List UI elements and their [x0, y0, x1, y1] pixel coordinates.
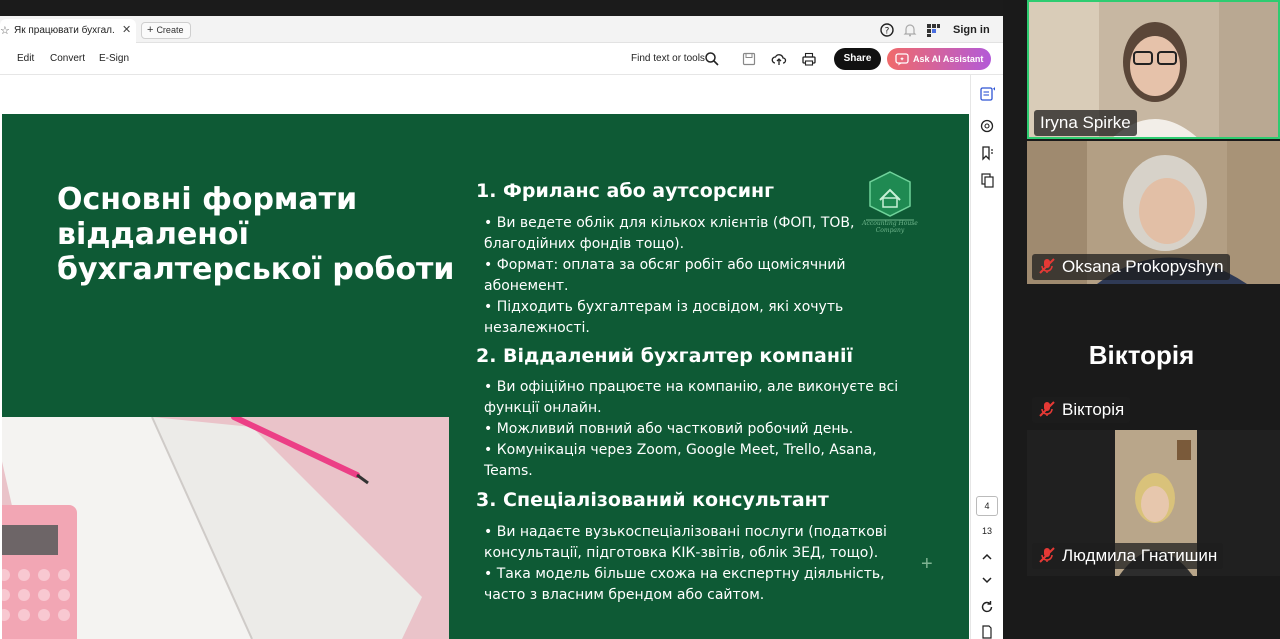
section-1-bullet-1: • Ви ведете облік для кількох клієнтів (…	[484, 215, 855, 252]
menu-esign[interactable]: E-Sign	[99, 53, 129, 64]
mic-off-icon	[1039, 258, 1055, 274]
ai-assistant-button[interactable]: ✦ Ask AI Assistant	[887, 48, 991, 70]
participant-tile-iryna[interactable]: Iryna Spirke	[1027, 0, 1280, 139]
tab-bar: ☆ Як працювати бухгал... ✕ + Create ? Sig…	[0, 16, 1003, 43]
save-icon[interactable]	[741, 51, 757, 67]
participant-name: Вікторія	[1062, 400, 1125, 419]
presentation-slide: Основні формати віддаленої бухгалтерсько…	[2, 114, 969, 639]
apps-grid-icon[interactable]	[925, 22, 941, 38]
participant-name: Iryna Spirke	[1034, 110, 1137, 136]
section-2-bullet-3: • Комунікація через Zoom, Google Meet, T…	[484, 442, 877, 479]
chevron-up-icon[interactable]	[979, 549, 995, 565]
slide-title: Основні формати віддаленої бухгалтерсько…	[57, 182, 455, 287]
participant-tile-liudmyla[interactable]: Людмила Гнатишин	[1027, 430, 1280, 576]
search-icon[interactable]	[704, 51, 720, 67]
right-tools-rail: ✦ 4 13	[970, 75, 1003, 639]
close-icon[interactable]: ✕	[122, 23, 131, 36]
file-icon[interactable]	[979, 624, 995, 639]
star-icon[interactable]: ☆	[0, 24, 10, 37]
find-tools-label[interactable]: Find text or tools	[631, 53, 705, 64]
participant-name: Oksana Prokopyshyn	[1062, 257, 1224, 276]
sign-in-link[interactable]: Sign in	[953, 24, 990, 36]
ai-chat-icon: ✦	[895, 53, 909, 66]
participant-tile-oksana[interactable]: Oksana Prokopyshyn	[1027, 141, 1280, 284]
print-icon[interactable]	[801, 51, 817, 67]
tab-title: Як працювати бухгал...	[14, 25, 114, 36]
section-2-bullet-1: • Ви офіційно працюєте на компанію, але …	[484, 379, 899, 416]
mic-off-icon	[1039, 401, 1055, 417]
section-3-bullet-1: • Ви надаєте вузькоспеціалізовані послуг…	[484, 524, 887, 561]
ai-summary-icon[interactable]: ✦	[979, 86, 995, 102]
desk-photo	[2, 417, 449, 639]
bookmark-icon[interactable]	[979, 145, 995, 161]
share-button[interactable]: Share	[834, 48, 881, 70]
chevron-down-icon[interactable]	[979, 572, 995, 588]
window-top-strip	[0, 0, 1003, 16]
pages-icon[interactable]	[979, 172, 995, 188]
menu-convert[interactable]: Convert	[50, 53, 85, 64]
participant-tile-viktoria[interactable]: Вікторія	[1027, 397, 1280, 429]
document-tab[interactable]: ☆ Як працювати бухгал... ✕	[0, 19, 136, 43]
plus-icon: +	[147, 24, 154, 36]
add-icon[interactable]: +	[921, 554, 933, 574]
pdf-viewer-window: ☆ Як працювати бухгал... ✕ + Create ? Sig…	[0, 0, 1003, 639]
participants-panel: Iryna Spirke Oksana Prokopyshyn Вікторія…	[1003, 0, 1280, 639]
participant-name-row: Людмила Гнатишин	[1032, 543, 1224, 569]
viewer-toolbar: Edit Convert E-Sign Find text or tools S…	[0, 43, 1003, 75]
cloud-upload-icon[interactable]	[771, 51, 787, 67]
refresh-icon[interactable]	[979, 599, 995, 615]
screen: ☆ Як працювати бухгал... ✕ + Create ? Sig…	[0, 0, 1280, 639]
menu-edit[interactable]: Edit	[17, 53, 34, 64]
participant-name-row: Вікторія	[1032, 397, 1131, 423]
comment-icon[interactable]	[979, 118, 995, 134]
section-3-bullet-2: • Така модель більше схожа на експертну …	[484, 566, 885, 603]
section-2-heading: 2. Віддалений бухгалтер компанії	[476, 345, 853, 367]
mic-off-icon	[1039, 547, 1055, 563]
help-icon[interactable]: ?	[879, 22, 895, 38]
section-1-bullet-2: • Формат: оплата за обсяг робіт або щомі…	[484, 257, 846, 294]
svg-text:✦: ✦	[992, 86, 995, 93]
create-button[interactable]: + Create	[141, 22, 191, 39]
logo-text: Accounting House Company	[862, 220, 918, 234]
section-2-bullet-2: • Можливий повний або частковий робочий …	[484, 421, 854, 437]
participant-name: Людмила Гнатишин	[1062, 546, 1218, 565]
page-total: 13	[981, 526, 992, 536]
participant-name-row: Oksana Prokopyshyn	[1032, 254, 1230, 280]
section-1-bullet-3: • Підходить бухгалтерам із досвідом, які…	[484, 299, 844, 336]
page-number-input[interactable]: 4	[976, 496, 998, 516]
ai-assistant-label: Ask AI Assistant	[913, 54, 984, 64]
bell-icon[interactable]	[902, 22, 918, 38]
participant-avatar-name: Вікторія	[1088, 340, 1195, 370]
svg-text:✦: ✦	[899, 56, 904, 63]
section-3-heading: 3. Спеціалізований консультант	[476, 489, 829, 511]
section-1-heading: 1. Фриланс або аутсорсинг	[476, 180, 775, 202]
create-label: Create	[156, 25, 184, 35]
svg-text:?: ?	[885, 27, 890, 37]
